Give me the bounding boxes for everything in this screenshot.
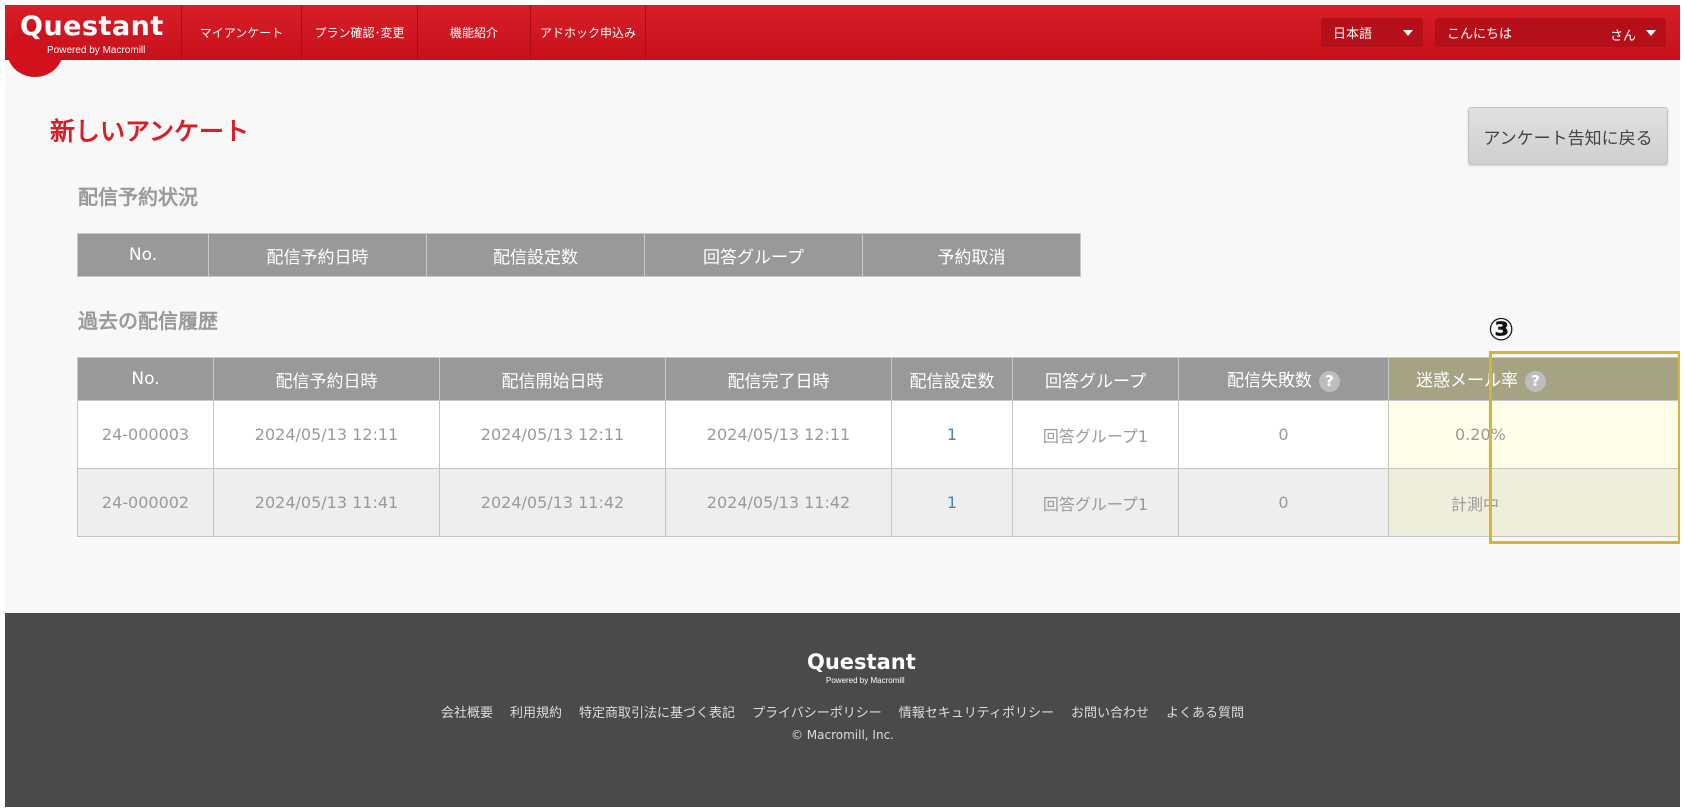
help-icon[interactable]: ? xyxy=(1319,370,1340,392)
footer-link-security[interactable]: 情報セキュリティポリシー xyxy=(899,702,1054,721)
footer-link-company[interactable]: 会社概要 xyxy=(441,702,493,721)
table-row: 24-000002 2024/05/13 11:41 2024/05/13 11… xyxy=(77,468,1680,537)
cell-completed: 2024/05/13 12:11 xyxy=(665,400,892,469)
delivery-count-link[interactable]: 1 xyxy=(891,400,1013,469)
footer-link-terms[interactable]: 利用規約 xyxy=(510,702,562,721)
nav-adhoc[interactable]: アドホック申込み xyxy=(530,5,646,60)
cell-spam-rate: 0.20% xyxy=(1388,400,1680,469)
chevron-down-icon xyxy=(1646,30,1656,36)
questant-logo[interactable]: Questant Powered by Macromill xyxy=(20,11,175,57)
chevron-down-icon xyxy=(1403,30,1413,36)
annotation-marker: ③ xyxy=(1488,312,1515,348)
spam-rate-label: 迷惑メール率 xyxy=(1416,371,1518,392)
col-header-complete-datetime: 配信完了日時 xyxy=(665,357,892,401)
user-suffix: さん xyxy=(1609,29,1636,44)
nav-plan[interactable]: プラン確認･変更 xyxy=(301,5,417,60)
page-frame: Questant Powered by Macromill マイアンケート プラ… xyxy=(5,5,1680,807)
main-nav: マイアンケート プラン確認･変更 機能紹介 アドホック申込み xyxy=(181,5,646,60)
greeting-text: こんにちは xyxy=(1447,27,1513,42)
footer-link-privacy[interactable]: プライバシーポリシー xyxy=(752,702,882,721)
col-header-cancel: 予約取消 xyxy=(862,233,1081,277)
cell-no: 24-000002 xyxy=(77,468,214,537)
col-header-scheduled-datetime: 配信予約日時 xyxy=(208,233,427,277)
cell-no: 24-000003 xyxy=(77,400,214,469)
cell-scheduled: 2024/05/13 11:41 xyxy=(213,468,440,537)
scheduled-section-title: 配信予約状況 xyxy=(78,185,198,209)
col-header-delivery-count: 配信設定数 xyxy=(426,233,645,277)
footer-logo[interactable]: Questant Powered by Macromill xyxy=(807,650,917,688)
copyright: © Macromill, Inc. xyxy=(790,728,894,742)
history-table: No. 配信予約日時 配信開始日時 配信完了日時 配信設定数 回答グループ 配信… xyxy=(77,357,1680,537)
back-to-announcement-button[interactable]: アンケート告知に戻る xyxy=(1468,107,1668,165)
page-title: 新しいアンケート xyxy=(50,117,250,146)
footer-links: 会社概要 利用規約 特定商取引法に基づく表記 プライバシーポリシー 情報セキュリ… xyxy=(5,702,1680,721)
user-menu[interactable]: こんにちは さん xyxy=(1435,18,1666,47)
logo-text: Questant xyxy=(20,11,164,42)
table-row: 24-000003 2024/05/13 12:11 2024/05/13 12… xyxy=(77,400,1680,469)
delivery-count-link[interactable]: 1 xyxy=(891,468,1013,537)
cell-started: 2024/05/13 12:11 xyxy=(439,400,666,469)
cell-started: 2024/05/13 11:42 xyxy=(439,468,666,537)
col-header-no: No. xyxy=(77,233,209,277)
footer-link-faq[interactable]: よくある質問 xyxy=(1166,702,1244,721)
col-header-delivery-count: 配信設定数 xyxy=(891,357,1013,401)
col-header-start-datetime: 配信開始日時 xyxy=(439,357,666,401)
language-label: 日本語 xyxy=(1333,27,1373,42)
footer-link-contact[interactable]: お問い合わせ xyxy=(1071,702,1149,721)
scheduled-table: No. 配信予約日時 配信設定数 回答グループ 予約取消 xyxy=(77,233,1081,277)
col-header-scheduled-datetime: 配信予約日時 xyxy=(213,357,440,401)
col-header-no: No. xyxy=(77,357,214,401)
col-header-spam-rate: 迷惑メール率? xyxy=(1388,357,1680,401)
col-header-response-group: 回答グループ xyxy=(644,233,863,277)
scheduled-header-row: No. 配信予約日時 配信設定数 回答グループ 予約取消 xyxy=(77,233,1081,277)
history-header-row: No. 配信予約日時 配信開始日時 配信完了日時 配信設定数 回答グループ 配信… xyxy=(77,357,1680,401)
col-header-failed-count: 配信失敗数? xyxy=(1178,357,1389,401)
history-section-title: 過去の配信履歴 xyxy=(78,309,218,333)
help-icon[interactable]: ? xyxy=(1525,370,1546,392)
cell-failed: 0 xyxy=(1178,400,1389,469)
top-header: Questant Powered by Macromill マイアンケート プラ… xyxy=(5,5,1680,77)
cell-completed: 2024/05/13 11:42 xyxy=(665,468,892,537)
col-header-response-group: 回答グループ xyxy=(1012,357,1179,401)
footer: Questant Powered by Macromill 会社概要 利用規約 … xyxy=(5,613,1680,807)
footer-link-commerce-law[interactable]: 特定商取引法に基づく表記 xyxy=(579,702,735,721)
cell-group: 回答グループ1 xyxy=(1012,400,1179,469)
nav-my-survey[interactable]: マイアンケート xyxy=(181,5,301,60)
failed-count-label: 配信失敗数 xyxy=(1227,371,1312,392)
footer-logo-subtext: Powered by Macromill xyxy=(826,676,905,685)
nav-features[interactable]: 機能紹介 xyxy=(417,5,530,60)
logo-subtext: Powered by Macromill xyxy=(47,45,146,56)
language-select[interactable]: 日本語 xyxy=(1321,18,1423,47)
footer-logo-text: Questant xyxy=(807,650,916,674)
cell-group: 回答グループ1 xyxy=(1012,468,1179,537)
cell-spam-rate: 計測中 xyxy=(1388,468,1680,537)
cell-scheduled: 2024/05/13 12:11 xyxy=(213,400,440,469)
cell-failed: 0 xyxy=(1178,468,1389,537)
